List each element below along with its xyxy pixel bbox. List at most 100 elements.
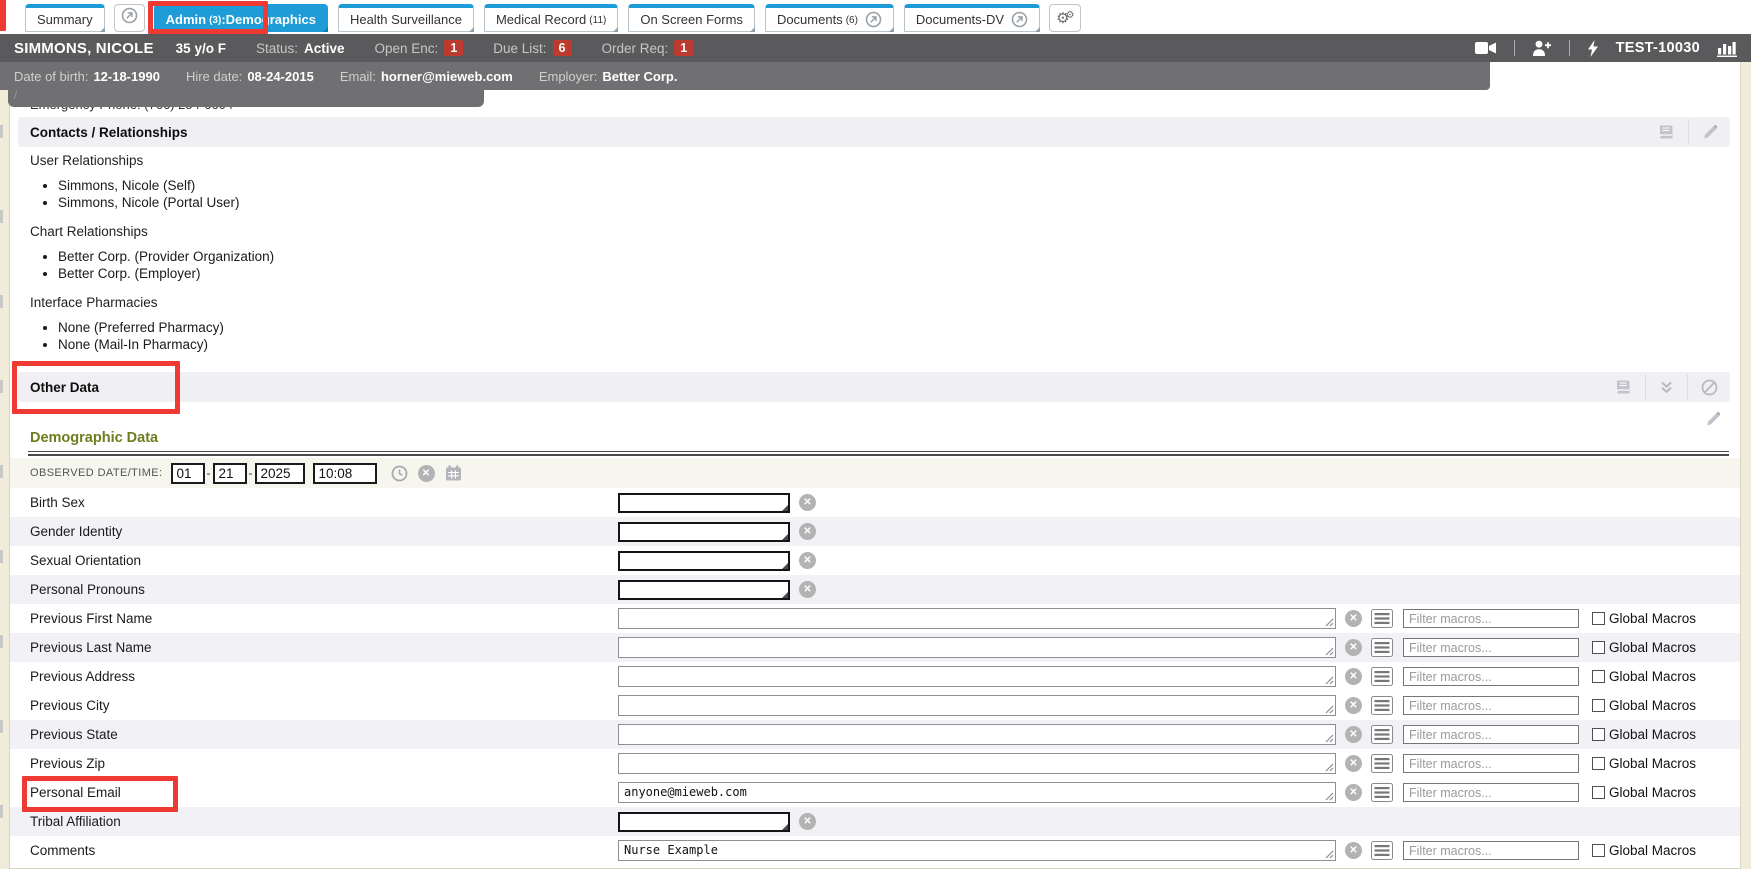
book-icon[interactable]	[1653, 124, 1679, 140]
select-birth-sex[interactable]	[618, 493, 790, 513]
select-gender-identity[interactable]	[618, 522, 790, 542]
clear-icon[interactable]: ✕	[1345, 697, 1362, 714]
stat-label: Due List:	[493, 41, 546, 56]
video-camera-icon[interactable]	[1471, 41, 1501, 55]
observed-month-input[interactable]: 01	[171, 463, 205, 484]
global-macros-checkbox[interactable]	[1592, 786, 1605, 799]
observed-year-input[interactable]: 2025	[255, 463, 305, 484]
resize-grip-icon[interactable]	[1325, 792, 1334, 801]
filter-macros-input[interactable]	[1403, 783, 1579, 802]
observed-time-input[interactable]: 10:08	[313, 463, 377, 484]
pencil-icon[interactable]	[1698, 124, 1722, 140]
resize-grip-icon[interactable]	[1325, 618, 1334, 627]
select-sexual-orientation[interactable]	[618, 551, 790, 571]
textarea-previous-first-name[interactable]	[618, 608, 1336, 629]
global-macros-checkbox[interactable]	[1592, 670, 1605, 683]
macro-list-icon[interactable]	[1371, 638, 1393, 657]
tab-on-screen-forms[interactable]: On Screen Forms	[628, 4, 755, 32]
clear-icon[interactable]: ✕	[1345, 668, 1362, 685]
filter-macros-input[interactable]	[1403, 667, 1579, 686]
book-icon[interactable]	[1610, 379, 1636, 395]
resize-grip-icon[interactable]	[1325, 763, 1334, 772]
resize-grip-icon[interactable]	[1325, 850, 1334, 859]
tab-medical-record[interactable]: Medical Record(11)	[484, 4, 618, 32]
status-badge[interactable]: 6	[553, 40, 572, 56]
tab-label: Documents	[777, 12, 843, 27]
circle-arrow-icon[interactable]	[865, 11, 882, 28]
clock-icon[interactable]	[387, 465, 412, 482]
global-macros-checkbox[interactable]	[1592, 612, 1605, 625]
status-badge[interactable]: 1	[444, 40, 463, 56]
resize-grip-icon[interactable]	[1325, 734, 1334, 743]
filter-macros-input[interactable]	[1403, 841, 1579, 860]
clear-icon[interactable]: ✕	[799, 494, 816, 511]
clear-icon[interactable]: ✕	[1345, 842, 1362, 859]
field-label-personal-email: Personal Email	[30, 785, 618, 800]
macro-list-icon[interactable]	[1371, 783, 1393, 802]
macro-list-icon[interactable]	[1371, 667, 1393, 686]
textarea-previous-state[interactable]	[618, 724, 1336, 745]
tab-admin-demographics[interactable]: Admin(3):Demographics	[154, 4, 328, 32]
macro-list-icon[interactable]	[1371, 696, 1393, 715]
textarea-previous-address[interactable]	[618, 666, 1336, 687]
textarea-previous-zip[interactable]	[618, 753, 1336, 774]
tab-count: (3)	[209, 15, 221, 26]
circle-arrow-icon[interactable]	[1011, 11, 1028, 28]
lightning-icon[interactable]	[1583, 40, 1603, 57]
filter-macros-input[interactable]	[1403, 638, 1579, 657]
textarea-previous-last-name[interactable]	[618, 637, 1336, 658]
filter-macros-input[interactable]	[1403, 696, 1579, 715]
clear-icon[interactable]: ✕	[1345, 784, 1362, 801]
clear-icon[interactable]: ✕	[799, 552, 816, 569]
global-macros-checkbox[interactable]	[1592, 844, 1605, 857]
tab-documents[interactable]: Documents(6)	[765, 4, 894, 32]
chart-tab-bar: Summary Admin(3):Demographics Health Surve…	[0, 0, 1751, 34]
macro-list-icon[interactable]	[1371, 754, 1393, 773]
clear-icon[interactable]: ✕	[1345, 639, 1362, 656]
circle-slash-icon[interactable]	[1697, 379, 1722, 396]
global-macros-label: Global Macros	[1609, 785, 1696, 800]
double-chevron-down-icon[interactable]	[1655, 381, 1678, 394]
status-badge[interactable]: 1	[674, 40, 693, 56]
global-macros-checkbox[interactable]	[1592, 757, 1605, 770]
resize-grip-icon[interactable]	[1325, 705, 1334, 714]
clear-icon[interactable]: ✕	[799, 581, 816, 598]
tab-summary[interactable]: Summary	[25, 4, 105, 32]
settings-button[interactable]: ⚙⚙	[1049, 4, 1081, 32]
observed-day-input[interactable]: 21	[213, 463, 247, 484]
field-label-comments: Comments	[30, 843, 618, 858]
pencil-icon[interactable]	[1701, 411, 1725, 427]
add-user-icon[interactable]	[1528, 40, 1556, 56]
global-macros-checkbox[interactable]	[1592, 699, 1605, 712]
contacts-relationships-body: User RelationshipsSimmons, Nicole (Self)…	[0, 140, 900, 362]
macro-list-icon[interactable]	[1371, 841, 1393, 860]
resize-grip-icon[interactable]	[1325, 647, 1334, 656]
tab-documents-dv[interactable]: Documents-DV	[904, 4, 1040, 32]
popout-button[interactable]	[114, 4, 145, 32]
form-row-previous-first-name: Previous First Name✕Global Macros	[10, 604, 1740, 633]
info-value: 12-18-1990	[93, 69, 160, 84]
field-label-previous-city: Previous City	[30, 698, 618, 713]
textarea-personal-email[interactable]: anyone@mieweb.com	[618, 782, 1336, 803]
macro-list-icon[interactable]	[1371, 609, 1393, 628]
filter-macros-input[interactable]	[1403, 725, 1579, 744]
clear-icon[interactable]: ✕	[1345, 755, 1362, 772]
clear-icon[interactable]: ✕	[799, 523, 816, 540]
clear-icon[interactable]: ✕	[1345, 610, 1362, 627]
filter-macros-input[interactable]	[1403, 754, 1579, 773]
bar-chart-icon[interactable]	[1713, 40, 1741, 57]
clear-icon[interactable]: ✕	[418, 465, 435, 482]
global-macros-checkbox[interactable]	[1592, 728, 1605, 741]
textarea-previous-city[interactable]	[618, 695, 1336, 716]
clear-icon[interactable]: ✕	[799, 813, 816, 830]
global-macros-checkbox[interactable]	[1592, 641, 1605, 654]
select-personal-pronouns[interactable]	[618, 580, 790, 600]
macro-list-icon[interactable]	[1371, 725, 1393, 744]
resize-grip-icon[interactable]	[1325, 676, 1334, 685]
clear-icon[interactable]: ✕	[1345, 726, 1362, 743]
textarea-comments[interactable]: Nurse Example	[618, 840, 1336, 861]
filter-macros-input[interactable]	[1403, 609, 1579, 628]
tab-health-surveillance[interactable]: Health Surveillance	[338, 4, 474, 32]
select-tribal-affiliation[interactable]	[618, 812, 790, 832]
calendar-icon[interactable]	[441, 465, 466, 481]
